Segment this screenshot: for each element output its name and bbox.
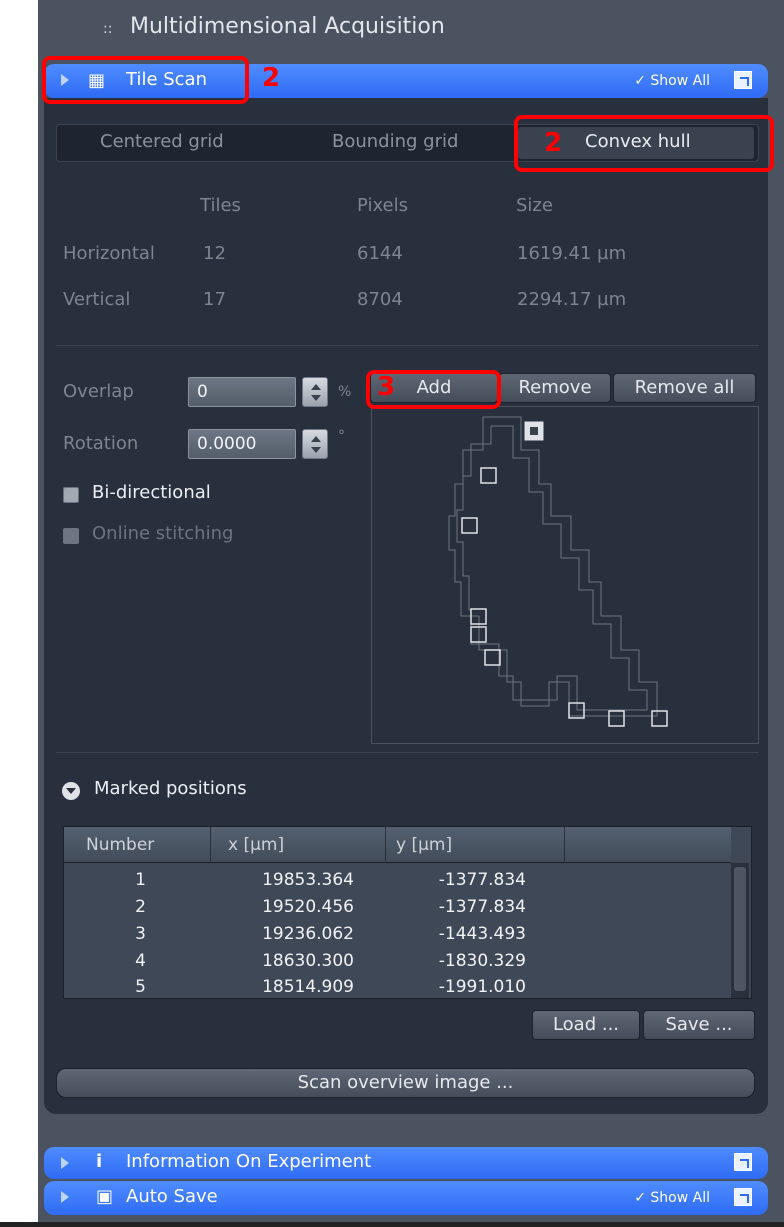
online-stitching-checkbox[interactable] <box>63 528 79 544</box>
cell-y: -1830.329 <box>438 951 526 971</box>
overlap-unit: % <box>338 384 352 400</box>
load-button[interactable]: Load ... <box>532 1010 640 1040</box>
row-horizontal-tiles: 12 <box>203 243 226 264</box>
cell-number: 2 <box>135 897 146 917</box>
remove-button[interactable]: Remove <box>499 373 611 403</box>
bottom-edge <box>0 1222 784 1227</box>
table-header: Number x [µm] y [µm] <box>64 827 731 863</box>
cell-x: 19520.456 <box>262 897 354 917</box>
online-stitching-label: Online stitching <box>92 523 234 544</box>
table-row[interactable]: 5 18514.909 -1991.010 <box>64 975 731 997</box>
cell-x: 19236.062 <box>262 924 354 944</box>
convex-hull-preview <box>448 416 668 727</box>
col-sep <box>385 827 386 863</box>
col-x[interactable]: x [µm] <box>228 835 284 855</box>
row-vertical-tiles: 17 <box>203 289 226 310</box>
save-button[interactable]: Save ... <box>643 1010 755 1040</box>
scan-overview-button[interactable]: Scan overview image ... <box>56 1068 755 1098</box>
col-sep <box>564 827 565 863</box>
screenshot-root: :: Multidimensional Acquisition ▦ Tile S… <box>0 0 784 1227</box>
info-icon: i <box>96 1151 103 1172</box>
col-y[interactable]: y [µm] <box>396 835 452 855</box>
divider <box>56 345 759 346</box>
disk-icon: ▣ <box>96 1186 114 1207</box>
table-scrollbar[interactable] <box>731 863 749 998</box>
row-horizontal-label: Horizontal <box>63 243 155 264</box>
cell-x: 19853.364 <box>262 870 354 890</box>
cell-number: 1 <box>135 870 146 890</box>
marked-positions-title: Marked positions <box>94 778 247 799</box>
show-all-toggle[interactable]: ✓ Show All <box>634 1190 710 1206</box>
rotation-input[interactable]: 0.0000 <box>188 429 296 459</box>
divider <box>56 752 759 753</box>
tile-scan-highlight <box>42 56 249 104</box>
row-vertical-size: 2294.17 µm <box>517 289 627 310</box>
remove-all-button[interactable]: Remove all <box>613 373 756 403</box>
detach-icon[interactable] <box>734 1153 752 1171</box>
bidirectional-label: Bi-directional <box>92 482 211 503</box>
cell-x: 18514.909 <box>262 977 354 997</box>
panel-header: :: Multidimensional Acquisition <box>44 0 774 58</box>
autosave-label: Auto Save <box>126 1186 218 1207</box>
overlap-stepper[interactable] <box>302 377 328 407</box>
marked-positions-table: Number x [µm] y [µm] 1 19853.364 -1377.8… <box>63 826 752 999</box>
tab-bounding-grid[interactable]: Bounding grid <box>332 131 458 152</box>
overlap-input[interactable]: 0 <box>188 377 296 407</box>
row-horizontal-size: 1619.41 µm <box>517 243 627 264</box>
show-all-toggle[interactable]: ✓ Show All <box>634 73 710 89</box>
col-sep <box>210 827 211 863</box>
bidirectional-checkbox[interactable] <box>63 487 79 503</box>
cell-number: 5 <box>135 977 146 997</box>
detach-icon[interactable] <box>734 1188 752 1206</box>
cell-number: 4 <box>135 951 146 971</box>
cell-y: -1443.493 <box>438 924 526 944</box>
info-label: Information On Experiment <box>126 1151 372 1172</box>
panel-title: Multidimensional Acquisition <box>130 14 445 39</box>
autosave-section-header[interactable]: ▣ Auto Save ✓ Show All <box>44 1181 768 1215</box>
annotation-number-2: 2 <box>544 128 563 158</box>
col-number[interactable]: Number <box>86 835 154 855</box>
rotation-stepper[interactable] <box>302 429 328 459</box>
rotation-unit: ° <box>338 428 345 444</box>
row-vertical-label: Vertical <box>63 289 131 310</box>
rotation-label: Rotation <box>63 433 139 454</box>
cell-number: 3 <box>135 924 146 944</box>
row-horizontal-pixels: 6144 <box>357 243 403 264</box>
left-margin <box>0 0 38 1227</box>
cell-y: -1991.010 <box>438 977 526 997</box>
tab-centered-grid[interactable]: Centered grid <box>100 131 224 152</box>
header-tiles: Tiles <box>200 195 241 216</box>
scroll-thumb[interactable] <box>734 867 746 991</box>
grip-icon[interactable]: :: <box>103 21 112 37</box>
header-size: Size <box>516 195 553 216</box>
cell-y: -1377.834 <box>438 870 526 890</box>
row-vertical-pixels: 8704 <box>357 289 403 310</box>
header-pixels: Pixels <box>357 195 409 216</box>
annotation-number-2: 2 <box>262 63 281 93</box>
detach-icon[interactable] <box>734 71 752 89</box>
expand-arrow-icon[interactable] <box>61 1157 69 1169</box>
overlap-label: Overlap <box>63 381 134 402</box>
cell-x: 18630.300 <box>262 951 354 971</box>
collapse-arrow-icon[interactable] <box>62 782 80 800</box>
information-section-header[interactable]: i Information On Experiment <box>44 1147 768 1179</box>
annotation-number-3: 3 <box>377 372 396 402</box>
expand-arrow-icon[interactable] <box>61 1191 69 1203</box>
cell-y: -1377.834 <box>438 897 526 917</box>
